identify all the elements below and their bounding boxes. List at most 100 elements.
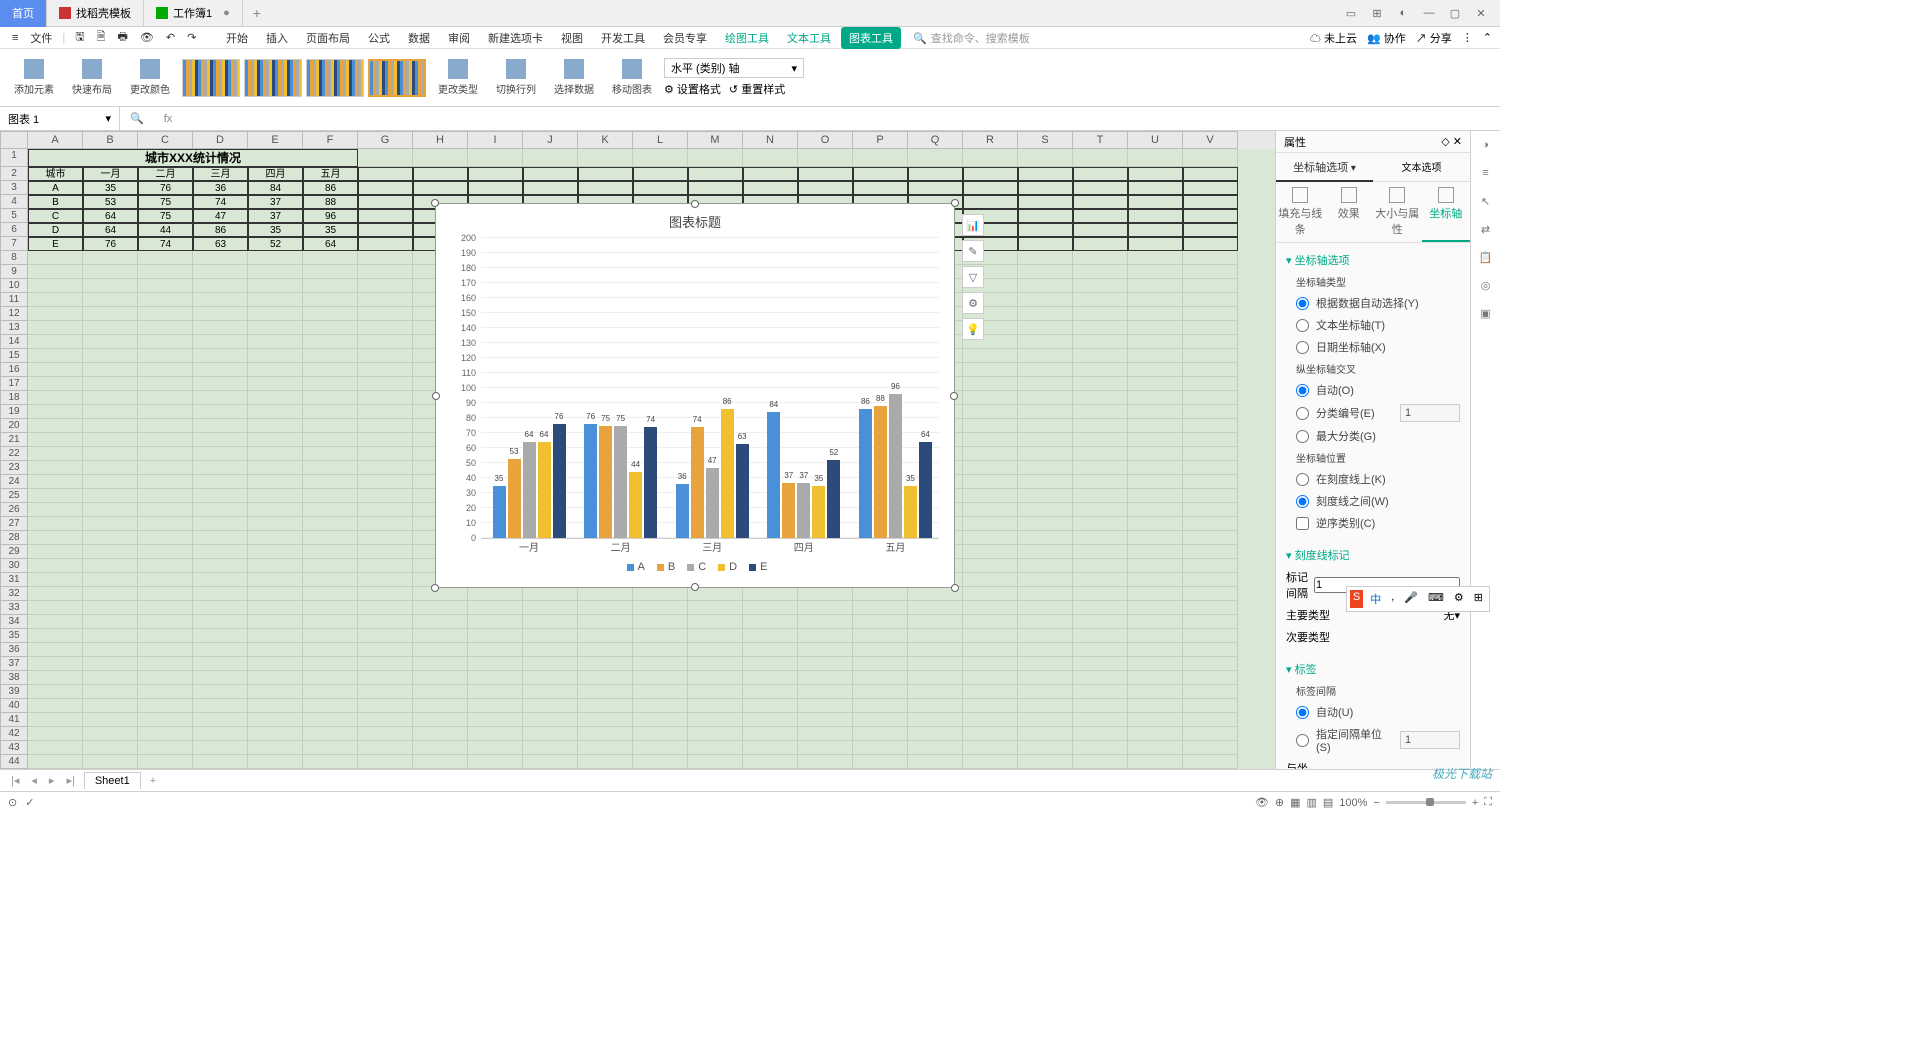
empty-cell[interactable] <box>1183 293 1238 307</box>
empty-cell[interactable] <box>83 293 138 307</box>
empty-cell[interactable] <box>743 601 798 615</box>
empty-cell[interactable] <box>1128 489 1183 503</box>
empty-cell[interactable] <box>28 433 83 447</box>
row-header[interactable]: 27 <box>0 517 28 531</box>
row-header[interactable]: 14 <box>0 335 28 349</box>
empty-cell[interactable] <box>303 419 358 433</box>
resize-handle[interactable] <box>432 392 440 400</box>
empty-cell[interactable] <box>83 727 138 741</box>
empty-cell[interactable] <box>1128 293 1183 307</box>
empty-cell[interactable] <box>633 755 688 769</box>
empty-cell[interactable] <box>963 419 1018 433</box>
add-element-button[interactable]: 添加元素 <box>8 59 60 96</box>
empty-cell[interactable] <box>358 685 413 699</box>
empty-cell[interactable] <box>743 615 798 629</box>
empty-cell[interactable] <box>468 699 523 713</box>
empty-cell[interactable] <box>1018 727 1073 741</box>
empty-cell[interactable] <box>193 573 248 587</box>
change-type-button[interactable]: 更改类型 <box>432 59 484 96</box>
ribtab-draw[interactable]: 绘图工具 <box>717 27 777 49</box>
empty-cell[interactable] <box>963 573 1018 587</box>
chart-settings-button[interactable]: ⚙ <box>962 292 984 314</box>
empty-cell[interactable] <box>193 545 248 559</box>
empty-cell[interactable] <box>138 377 193 391</box>
empty-cell[interactable] <box>1018 741 1073 755</box>
radio-label-specify[interactable] <box>1296 734 1309 747</box>
empty-cell[interactable] <box>1183 307 1238 321</box>
ribtab-custom[interactable]: 新建选项卡 <box>480 27 551 49</box>
empty-cell[interactable] <box>963 615 1018 629</box>
empty-cell[interactable] <box>138 587 193 601</box>
empty-cell[interactable] <box>248 321 303 335</box>
empty-cell[interactable] <box>798 727 853 741</box>
empty-cell[interactable] <box>1018 685 1073 699</box>
empty-cell[interactable] <box>798 699 853 713</box>
input-label-interval[interactable] <box>1400 731 1460 749</box>
ribtab-dev[interactable]: 开发工具 <box>593 27 653 49</box>
empty-cell[interactable] <box>193 461 248 475</box>
empty-cell[interactable] <box>963 531 1018 545</box>
row-header[interactable]: 2 <box>0 167 28 181</box>
empty-cell[interactable] <box>523 629 578 643</box>
empty-cell[interactable] <box>1073 265 1128 279</box>
switch-rowcol-button[interactable]: 切换行列 <box>490 59 542 96</box>
empty-cell[interactable] <box>1128 251 1183 265</box>
empty-cell[interactable] <box>358 545 413 559</box>
empty-cell[interactable] <box>28 489 83 503</box>
empty-cell[interactable] <box>743 755 798 769</box>
empty-cell[interactable] <box>468 601 523 615</box>
empty-cell[interactable] <box>1128 265 1183 279</box>
table-cell[interactable]: 64 <box>303 237 358 251</box>
empty-cell[interactable] <box>1128 643 1183 657</box>
empty-cell[interactable] <box>1183 475 1238 489</box>
empty-cell[interactable] <box>138 419 193 433</box>
empty-cell[interactable] <box>633 587 688 601</box>
empty-cell[interactable] <box>633 713 688 727</box>
empty-cell[interactable] <box>1183 461 1238 475</box>
empty-cell[interactable] <box>1073 279 1128 293</box>
empty-cell[interactable] <box>1128 391 1183 405</box>
empty-cell[interactable] <box>358 517 413 531</box>
col-header[interactable]: K <box>578 131 633 149</box>
col-header[interactable]: S <box>1018 131 1073 149</box>
empty-cell[interactable] <box>358 727 413 741</box>
ribtab-layout[interactable]: 页面布局 <box>298 27 358 49</box>
empty-cell[interactable] <box>28 335 83 349</box>
empty-cell[interactable] <box>523 727 578 741</box>
empty-cell[interactable] <box>138 447 193 461</box>
empty-cell[interactable] <box>578 643 633 657</box>
ribtab-review[interactable]: 审阅 <box>440 27 478 49</box>
empty-cell[interactable] <box>1128 377 1183 391</box>
empty-cell[interactable] <box>688 629 743 643</box>
close-panel-icon[interactable]: ✕ <box>1453 136 1462 148</box>
empty-cell[interactable] <box>1183 699 1238 713</box>
empty-cell[interactable] <box>28 377 83 391</box>
empty-cell[interactable] <box>248 741 303 755</box>
sheet-nav-next[interactable]: ▸ <box>46 774 58 787</box>
empty-cell[interactable] <box>358 363 413 377</box>
empty-cell[interactable] <box>1073 741 1128 755</box>
col-header[interactable]: M <box>688 131 743 149</box>
empty-cell[interactable] <box>1128 405 1183 419</box>
empty-cell[interactable] <box>908 727 963 741</box>
empty-cell[interactable] <box>193 671 248 685</box>
empty-cell[interactable] <box>83 531 138 545</box>
empty-cell[interactable] <box>1183 377 1238 391</box>
empty-cell[interactable] <box>1073 489 1128 503</box>
view-icon-1[interactable]: 👁 <box>1255 796 1269 809</box>
empty-cell[interactable] <box>358 657 413 671</box>
empty-cell[interactable] <box>963 363 1018 377</box>
empty-cell[interactable] <box>1018 699 1073 713</box>
table-header-cell[interactable]: 一月 <box>83 167 138 181</box>
empty-cell[interactable] <box>908 615 963 629</box>
empty-cell[interactable] <box>28 363 83 377</box>
row-header[interactable]: 7 <box>0 237 28 251</box>
empty-cell[interactable] <box>358 503 413 517</box>
row-header[interactable]: 5 <box>0 209 28 223</box>
empty-cell[interactable] <box>1073 615 1128 629</box>
empty-cell[interactable] <box>83 741 138 755</box>
table-cell[interactable]: 36 <box>193 181 248 195</box>
empty-cell[interactable] <box>358 419 413 433</box>
empty-cell[interactable] <box>1018 363 1073 377</box>
zoom-in-button[interactable]: + <box>1472 797 1478 809</box>
